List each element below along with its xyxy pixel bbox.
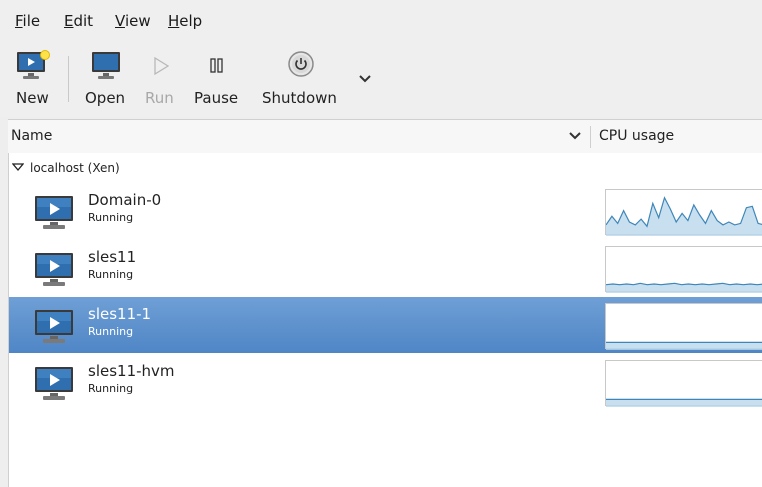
cpu-sparkline xyxy=(606,341,762,350)
new-button-label: New xyxy=(16,89,49,107)
column-divider[interactable] xyxy=(590,126,591,148)
menu-view-mnemonic: V xyxy=(115,12,125,30)
vm-status: Running xyxy=(88,211,134,224)
toolbar-separator xyxy=(68,56,69,102)
cpu-usage-column-header[interactable]: CPU usage xyxy=(599,128,674,144)
cpu-usage-graph xyxy=(605,303,762,350)
vm-list: localhost (Xen) Domain-0 Running sles11 Run… xyxy=(8,153,762,487)
name-column-header[interactable]: Name xyxy=(11,128,52,144)
menu-help-mnemonic: H xyxy=(168,12,180,30)
menu-help[interactable]: Help xyxy=(168,12,202,30)
open-button-label: Open xyxy=(85,89,126,107)
menu-view[interactable]: View xyxy=(115,12,151,30)
vm-row[interactable]: sles11 Running xyxy=(9,240,762,296)
menu-view-label: iew xyxy=(124,12,151,30)
menu-edit[interactable]: Edit xyxy=(64,12,93,30)
expand-triangle-icon[interactable] xyxy=(12,162,24,172)
sort-chevron-down-icon[interactable] xyxy=(568,125,582,145)
vm-name: sles11 xyxy=(88,248,137,266)
chevron-down-icon[interactable] xyxy=(358,74,372,84)
vm-row[interactable]: sles11-hvm Running xyxy=(9,354,762,410)
column-header: Name CPU usage xyxy=(8,119,762,154)
shutdown-button[interactable]: Shutdown xyxy=(262,42,342,117)
menu-edit-label: dit xyxy=(73,12,94,30)
vm-status: Running xyxy=(88,325,134,338)
vm-monitor-icon xyxy=(35,310,73,343)
vm-name: sles11-hvm xyxy=(88,362,175,380)
vm-monitor-icon xyxy=(35,367,73,400)
vm-row[interactable]: Domain-0 Running xyxy=(9,183,762,239)
vm-name: sles11-1 xyxy=(88,305,152,323)
vm-status: Running xyxy=(88,268,134,281)
menu-file[interactable]: File xyxy=(15,12,40,30)
cpu-usage-graph xyxy=(605,189,762,236)
vm-row[interactable]: sles11-1 Running xyxy=(9,297,762,353)
play-icon xyxy=(154,56,170,76)
pause-button[interactable]: Pause xyxy=(193,42,249,117)
cpu-usage-graph xyxy=(605,360,762,407)
new-vm-icon xyxy=(17,50,50,79)
pause-button-label: Pause xyxy=(194,89,239,107)
host-label: localhost (Xen) xyxy=(30,161,120,175)
menu-file-mnemonic: F xyxy=(15,12,23,30)
run-button[interactable]: Run xyxy=(143,42,183,117)
power-icon xyxy=(288,51,314,77)
new-button[interactable]: New xyxy=(10,42,60,117)
shutdown-button-label: Shutdown xyxy=(262,89,337,107)
menu-bar: File Edit View Help xyxy=(0,0,762,42)
monitor-icon xyxy=(92,52,120,79)
toolbar: New Open Run Pause Shutdown xyxy=(0,42,762,117)
run-button-label: Run xyxy=(145,89,174,107)
vm-monitor-icon xyxy=(35,196,73,229)
cpu-sparkline xyxy=(606,196,762,236)
pause-icon xyxy=(210,58,223,73)
cpu-usage-graph xyxy=(605,246,762,293)
vm-monitor-icon xyxy=(35,253,73,286)
open-button[interactable]: Open xyxy=(82,42,132,117)
menu-help-label: elp xyxy=(179,12,203,30)
cpu-sparkline xyxy=(606,282,762,293)
menu-file-label: ile xyxy=(22,12,41,30)
vm-name: Domain-0 xyxy=(88,191,162,209)
cpu-sparkline xyxy=(606,398,762,407)
vm-status: Running xyxy=(88,382,134,395)
